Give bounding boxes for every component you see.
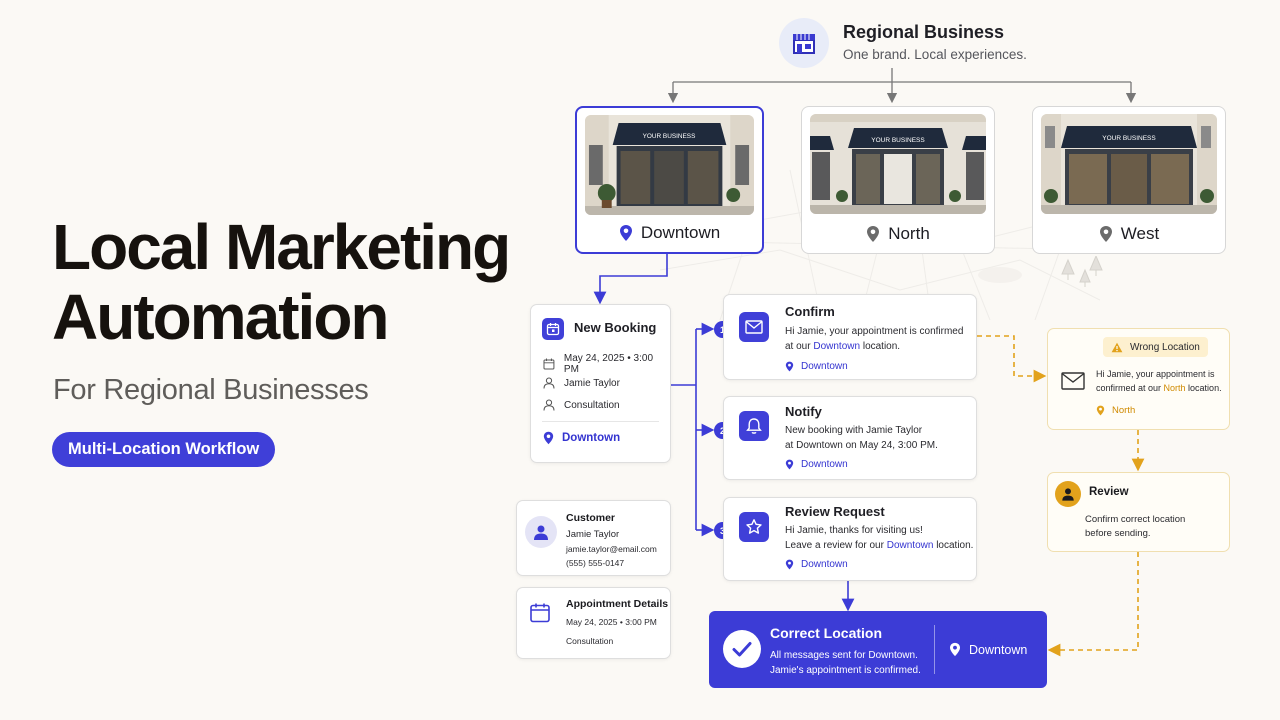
location-label-north: North	[802, 224, 994, 244]
confirm-location-highlight: Downtown	[813, 340, 861, 352]
storefront-photo: YOUR BUSINESS	[1041, 114, 1217, 214]
appointment-details-card[interactable]: Appointment Details May 24, 2025 • 3:00 …	[516, 587, 671, 659]
location-label-downtown: Downtown	[577, 223, 762, 243]
map-pin-icon	[1096, 405, 1105, 416]
customer-email: jamie.taylor@email.com	[566, 544, 657, 554]
storefront-photo: YOUR BUSINESS	[585, 115, 754, 215]
correct-location-banner: Correct Location All messages sent for D…	[709, 611, 1047, 688]
map-pin-icon	[543, 431, 554, 445]
reviewer-avatar-icon	[1055, 481, 1081, 507]
bell-icon	[739, 411, 769, 441]
divider	[934, 625, 935, 674]
appointment-title: Appointment Details	[566, 598, 669, 610]
warning-icon	[1111, 342, 1123, 352]
new-booking-card[interactable]: New Booking May 24, 2025 • 3:00 PM Jamie…	[530, 304, 671, 463]
confirm-message: Hi Jamie, your appointment is confirmed …	[785, 326, 964, 352]
map-pin-icon	[950, 642, 960, 657]
customer-phone: (555) 555-0147	[566, 558, 625, 568]
map-pin-icon	[785, 459, 794, 470]
notify-location-tag: Downtown	[785, 459, 848, 470]
checkmark-icon	[723, 630, 761, 668]
store-sign: YOUR BUSINESS	[643, 133, 696, 140]
booking-date-row: May 24, 2025 • 3:00 PM	[543, 353, 670, 375]
map-pin-icon	[785, 559, 794, 570]
storefront-icon	[779, 18, 829, 68]
confirm-title: Confirm	[785, 304, 835, 319]
map-pin-icon	[1099, 226, 1112, 242]
customer-title: Customer	[566, 512, 616, 524]
customer-name: Jamie Taylor	[566, 529, 620, 540]
notify-message: New booking with Jamie Taylor at Downtow…	[785, 425, 938, 451]
location-card-downtown[interactable]: YOUR BUSINESS Downtown	[575, 106, 764, 254]
hero-title: Local Marketing Automation	[52, 211, 511, 353]
notify-title: Notify	[785, 404, 822, 419]
map-pin-icon	[785, 361, 794, 372]
avatar	[525, 516, 557, 548]
booking-location: Downtown	[543, 431, 620, 445]
customer-card[interactable]: Customer Jamie Taylor jamie.taylor@email…	[516, 500, 671, 576]
booking-title: New Booking	[574, 320, 657, 335]
booking-customer-row: Jamie Taylor	[543, 377, 620, 389]
location-card-west[interactable]: YOUR BUSINESS West	[1032, 106, 1226, 254]
workflow-badge: Multi-Location Workflow	[52, 432, 276, 467]
location-label-west: West	[1033, 224, 1225, 244]
correct-location-message: All messages sent for Downtown. Jamie's …	[770, 650, 921, 676]
booking-service-row: Consultation	[543, 399, 620, 411]
divider	[542, 421, 659, 422]
appointment-service: Consultation	[566, 636, 614, 646]
store-sign: YOUR BUSINESS	[871, 137, 925, 144]
calendar-icon	[542, 318, 564, 340]
hero-subtitle: For Regional Businesses	[53, 374, 369, 406]
envelope-icon	[1061, 372, 1085, 395]
review-card[interactable]: Review Confirm correct location before s…	[1047, 472, 1230, 552]
regional-business-title: Regional Business	[843, 22, 1005, 42]
calendar-icon	[529, 602, 551, 629]
review-request-title: Review Request	[785, 504, 885, 519]
review-request-location-tag: Downtown	[785, 559, 848, 570]
storefront-photo: YOUR BUSINESS	[810, 114, 986, 214]
review-request-message: Hi Jamie, thanks for visiting us! Leave …	[785, 525, 974, 551]
wrong-location-card[interactable]: Wrong Location Hi Jamie, your appointmen…	[1047, 328, 1230, 430]
confirm-step-card[interactable]: Confirm Hi Jamie, your appointment is co…	[723, 294, 977, 380]
hero-title-line2: Automation	[52, 281, 390, 353]
correct-location-tag: Downtown	[949, 642, 1027, 657]
notify-step-card[interactable]: Notify New booking with Jamie Taylor at …	[723, 396, 977, 480]
confirm-location-tag: Downtown	[785, 361, 848, 372]
person-icon	[543, 377, 555, 389]
person-icon	[543, 399, 555, 411]
wrong-location-tag: North	[1096, 405, 1135, 416]
location-card-north[interactable]: YOUR BUSINESS North	[801, 106, 995, 254]
hero-title-line1: Local Marketing	[52, 211, 511, 283]
review-request-step-card[interactable]: Review Request Hi Jamie, thanks for visi…	[723, 497, 977, 581]
review-message: Confirm correct location before sending.	[1085, 514, 1186, 539]
correct-location-title: Correct Location	[770, 625, 883, 641]
envelope-icon	[739, 312, 769, 342]
wrong-location-highlight: North	[1163, 383, 1186, 393]
regional-business-subtitle: One brand. Local experiences.	[843, 47, 1027, 62]
map-pin-icon	[867, 226, 880, 242]
map-pin-icon	[619, 225, 632, 241]
wrong-location-label: Wrong Location	[1103, 337, 1208, 357]
store-sign: YOUR BUSINESS	[1102, 135, 1156, 142]
calendar-small-icon	[543, 358, 555, 370]
appointment-date: May 24, 2025 • 3:00 PM	[566, 617, 657, 627]
review-location-highlight: Downtown	[886, 539, 934, 551]
review-title: Review	[1089, 486, 1129, 498]
wrong-location-message: Hi Jamie, your appointment is confirmed …	[1096, 369, 1222, 393]
star-icon	[739, 512, 769, 542]
